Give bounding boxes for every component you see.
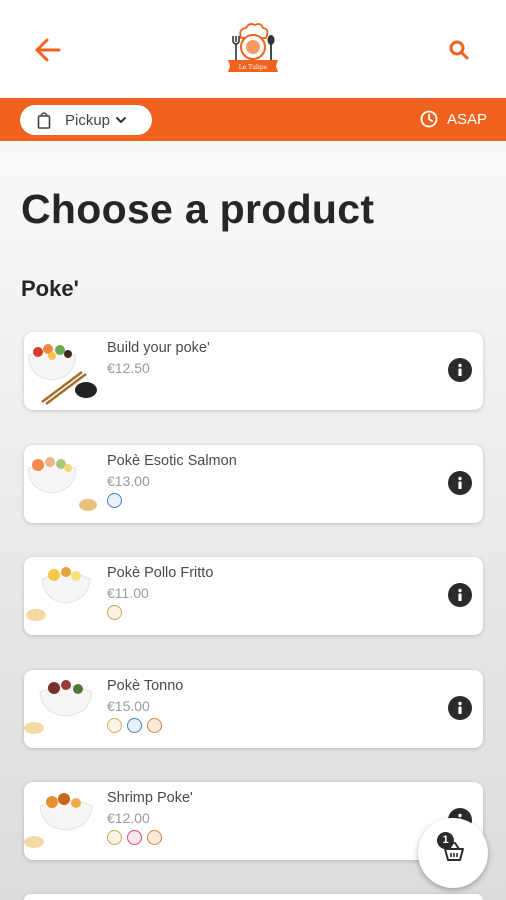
order-options-bar: Pickup ASAP	[0, 98, 506, 141]
info-icon	[458, 701, 462, 714]
product-info-button[interactable]	[448, 696, 472, 720]
info-icon	[458, 588, 462, 601]
soy-allergen-icon	[147, 718, 162, 733]
product-image	[27, 344, 97, 405]
logo-text: Le Tulipe	[239, 64, 268, 71]
product-card[interactable]: Pokè Esotic Salmon €13.00	[24, 445, 483, 523]
product-info-button[interactable]	[448, 471, 472, 495]
product-image	[26, 567, 91, 621]
product-info-button[interactable]	[448, 358, 472, 382]
product-name: Pokè Tonno	[107, 678, 184, 694]
gluten-allergen-icon	[107, 605, 122, 620]
product-price: €12.50	[107, 360, 150, 376]
fish-allergen-icon	[107, 493, 122, 508]
shellfish-allergen-icon	[127, 830, 142, 845]
pickup-time-label: ASAP	[446, 110, 487, 128]
allergen-list	[107, 830, 162, 845]
product-image	[24, 793, 93, 848]
product-name: Pokè Esotic Salmon	[107, 453, 237, 469]
info-icon	[458, 363, 462, 376]
page-title: Choose a product	[21, 186, 375, 232]
arrow-left-icon	[35, 38, 61, 62]
product-price: €15.00	[107, 698, 150, 714]
product-name: Pokè Pollo Fritto	[107, 565, 214, 581]
cart-button[interactable]: 1	[418, 818, 488, 888]
gluten-allergen-icon	[107, 830, 122, 845]
product-card[interactable]: Pokè Pollo Fritto €11.00	[24, 557, 483, 635]
pickup-mode-selector[interactable]: Pickup	[20, 105, 152, 135]
search-button[interactable]	[447, 38, 471, 62]
product-image	[27, 457, 97, 511]
product-card[interactable]: Shrimp Poke' €12.00	[24, 782, 483, 860]
product-price: €12.00	[107, 810, 150, 826]
category-title: Poke'	[21, 276, 79, 301]
product-price: €13.00	[107, 473, 150, 489]
app-header: Le Tulipe	[0, 0, 506, 98]
product-price: €11.00	[107, 585, 149, 601]
product-name: Build your poke'	[107, 340, 210, 356]
soy-allergen-icon	[147, 830, 162, 845]
product-name: Shrimp Poke'	[107, 790, 193, 806]
allergen-list	[107, 605, 122, 620]
search-icon	[449, 40, 469, 60]
product-card[interactable]: Pokè Tonno €15.00	[24, 670, 483, 748]
allergen-list	[107, 493, 122, 508]
fish-allergen-icon	[127, 718, 142, 733]
restaurant-logo: Le Tulipe	[224, 22, 282, 72]
pickup-time-selector[interactable]: ASAP	[420, 110, 487, 128]
product-card[interactable]: Build your poke' €12.50	[24, 332, 483, 410]
pickup-mode-label: Pickup	[65, 111, 111, 129]
clock-icon	[420, 110, 438, 128]
info-icon	[458, 476, 462, 489]
product-card[interactable]	[24, 894, 483, 900]
product-image	[24, 680, 93, 734]
sesame-allergen-icon	[107, 718, 122, 733]
allergen-list	[107, 718, 162, 733]
chevron-down-icon	[116, 117, 127, 123]
back-button[interactable]	[33, 36, 63, 64]
shopping-bag-icon	[37, 112, 51, 129]
cart-count-badge: 1	[437, 832, 454, 849]
product-info-button[interactable]	[448, 583, 472, 607]
